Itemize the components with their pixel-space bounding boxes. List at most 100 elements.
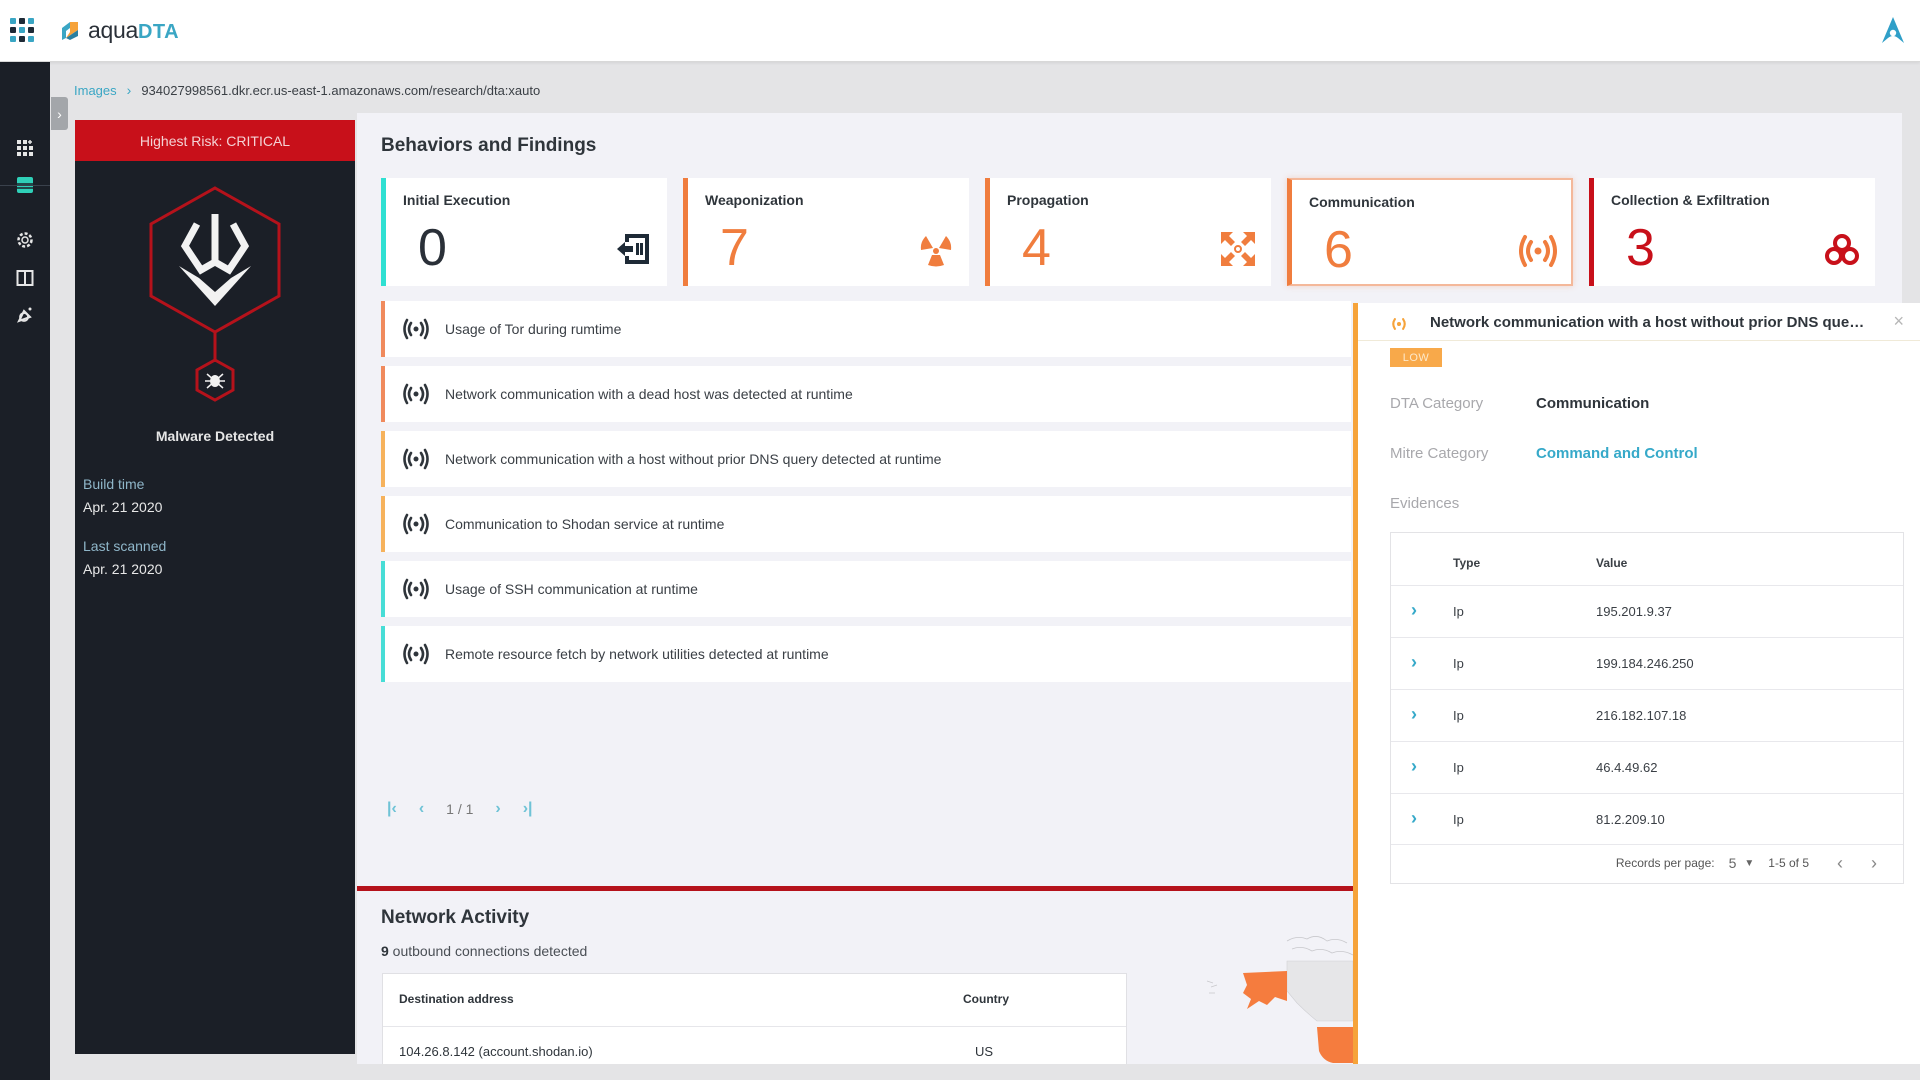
card-collection-exfiltration[interactable]: Collection & Exfiltration 3 (1589, 178, 1875, 286)
biohazard-icon (1825, 234, 1859, 265)
bottom-strip (50, 1064, 1920, 1080)
expand-chevron-icon[interactable]: › (1411, 756, 1417, 777)
evidence-type: Ip (1453, 604, 1464, 619)
card-label: Collection & Exfiltration (1611, 192, 1770, 208)
card-communication[interactable]: Communication 6 (1287, 178, 1573, 286)
finding-text: Usage of Tor during rumtime (445, 321, 622, 337)
records-per-page-select[interactable]: 5 (1729, 855, 1737, 871)
finding-item[interactable]: Usage of SSH communication at runtime (381, 561, 1351, 617)
evidence-row[interactable]: › Ip 46.4.49.62 (1391, 741, 1903, 793)
critical-risk-emblem-icon (149, 186, 281, 402)
card-count: 0 (418, 219, 447, 277)
chevron-right-icon: › (57, 105, 62, 122)
docs-icon (16, 270, 34, 286)
integrations-icon (16, 307, 32, 323)
settings-icon (17, 232, 33, 248)
column-header-type[interactable]: Type (1453, 556, 1480, 570)
expand-chevron-icon[interactable]: › (1411, 652, 1417, 673)
evidence-row[interactable]: › Ip 216.182.107.18 (1391, 689, 1903, 741)
map-region-alaska (1243, 971, 1287, 1009)
card-count: 7 (720, 219, 749, 277)
breadcrumb-images-link[interactable]: Images (74, 83, 117, 98)
finding-item[interactable]: Network communication with a dead host w… (381, 366, 1351, 422)
finding-item[interactable]: Usage of Tor during rumtime (381, 301, 1351, 357)
card-propagation[interactable]: Propagation 4 (985, 178, 1271, 286)
malware-detected-label: Malware Detected (155, 428, 275, 444)
card-initial-execution[interactable]: Initial Execution 0 (381, 178, 667, 286)
network-activity-section: Network Activity 9 outbound connections … (357, 886, 1353, 1069)
card-label: Weaponization (705, 192, 804, 208)
card-weaponization[interactable]: Weaponization 7 (683, 178, 969, 286)
nav-settings[interactable] (12, 227, 38, 253)
mitre-category-label: Mitre Category (1390, 445, 1489, 462)
world-map[interactable] (1187, 921, 1353, 1071)
first-page-button[interactable]: |‹ (387, 800, 397, 818)
severity-badge: LOW (1390, 348, 1442, 367)
prev-page-button[interactable]: ‹ (1837, 853, 1843, 874)
network-activity-title: Network Activity (381, 907, 530, 928)
evidences-table: Type Value › Ip 195.201.9.37 › Ip 199.18… (1390, 532, 1904, 884)
highest-risk-banner: Highest Risk: CRITICAL (75, 120, 355, 161)
dta-category-value: Communication (1536, 395, 1650, 412)
expand-chevron-icon[interactable]: › (1411, 808, 1417, 829)
evidence-row[interactable]: › Ip 195.201.9.37 (1391, 585, 1903, 637)
card-count: 4 (1022, 219, 1051, 277)
evidence-row[interactable]: › Ip 199.184.246.250 (1391, 637, 1903, 689)
close-icon[interactable]: × (1893, 311, 1904, 332)
breadcrumb: Images › 934027998561.dkr.ecr.us-east-1.… (74, 82, 540, 98)
breadcrumb-current: 934027998561.dkr.ecr.us-east-1.amazonaws… (141, 82, 541, 98)
nav-dashboard[interactable] (12, 135, 38, 161)
evidence-value: 199.184.246.250 (1596, 656, 1694, 671)
last-page-button[interactable]: ›| (523, 800, 533, 818)
bug-icon (205, 373, 225, 389)
dropdown-caret-icon[interactable]: ▼ (1744, 858, 1754, 869)
evidence-value: 81.2.209.10 (1596, 812, 1665, 827)
expand-chevron-icon[interactable]: › (1411, 600, 1417, 621)
breadcrumb-separator-icon: › (126, 82, 132, 98)
broadcast-icon (1519, 235, 1557, 267)
evidence-row[interactable]: › Ip 81.2.209.10 (1391, 793, 1903, 845)
last-scanned-value: Apr. 21 2020 (83, 561, 163, 577)
column-header-destination[interactable]: Destination address (399, 992, 514, 1006)
next-page-button[interactable]: › (495, 800, 500, 818)
finding-text: Network communication with a host withou… (445, 451, 942, 467)
card-label: Propagation (1007, 192, 1089, 208)
dta-category-label: DTA Category (1390, 395, 1484, 412)
findings-pager: |‹ ‹ 1 / 1 › ›| (387, 800, 533, 818)
column-header-country[interactable]: Country (963, 992, 1009, 1006)
evidence-type: Ip (1453, 760, 1464, 775)
expand-chevron-icon[interactable]: › (1411, 704, 1417, 725)
finding-text: Network communication with a dead host w… (445, 386, 853, 402)
mitre-category-link[interactable]: Command and Control (1536, 445, 1698, 462)
network-table: Destination address Country 104.26.8.142… (382, 973, 1127, 1069)
detail-title: Network communication with a host withou… (1430, 314, 1870, 331)
detail-header: Network communication with a host withou… (1358, 303, 1920, 341)
finding-item-selected[interactable]: Network communication with a host withou… (381, 431, 1351, 487)
finding-text: Remote resource fetch by network utiliti… (445, 646, 829, 662)
nav-integrations[interactable] (12, 302, 38, 328)
nav-docs[interactable] (12, 265, 38, 291)
card-count: 3 (1626, 219, 1655, 277)
broadcast-icon (403, 513, 429, 535)
finding-item[interactable]: Remote resource fetch by network utiliti… (381, 626, 1351, 682)
app-logo[interactable]: aquaDTA (58, 15, 179, 45)
spread-arrows-icon (1221, 232, 1255, 266)
behaviors-title: Behaviors and Findings (381, 135, 597, 156)
column-header-value[interactable]: Value (1596, 556, 1627, 570)
broadcast-icon (403, 448, 429, 470)
entry-icon (617, 234, 649, 264)
prev-page-button[interactable]: ‹ (419, 800, 424, 818)
top-bar: aquaDTA (0, 0, 1920, 62)
user-profile-icon[interactable] (1880, 16, 1906, 44)
nav-divider (0, 185, 50, 186)
map-region-us (1317, 1027, 1353, 1063)
finding-item[interactable]: Communication to Shodan service at runti… (381, 496, 1351, 552)
image-summary-panel: Highest Risk: CRITICAL Malware Detected … (75, 120, 355, 1054)
sidebar-expand-button[interactable]: › (51, 97, 68, 130)
evidence-value: 195.201.9.37 (1596, 604, 1672, 619)
findings-list: Usage of Tor during rumtime Network comm… (381, 301, 1351, 691)
next-page-button[interactable]: › (1871, 853, 1877, 874)
apps-grid-icon[interactable] (10, 18, 34, 42)
evidences-label: Evidences (1390, 495, 1460, 512)
broadcast-icon (1392, 318, 1406, 330)
